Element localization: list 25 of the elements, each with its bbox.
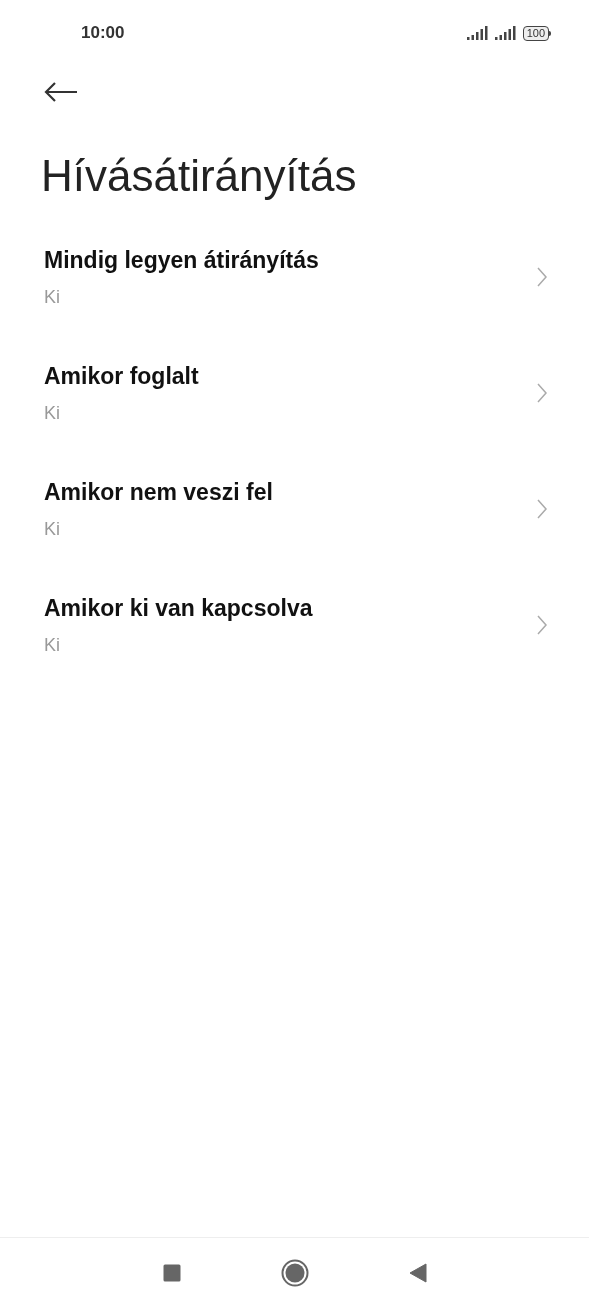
settings-item[interactable]: Amikor ki van kapcsolva Ki (0, 574, 589, 690)
chevron-right-icon (537, 267, 547, 287)
recent-apps-icon[interactable] (162, 1263, 181, 1282)
settings-item[interactable]: Amikor foglalt Ki (0, 342, 589, 458)
signal-icon (466, 25, 489, 41)
chevron-right-icon (537, 499, 547, 519)
clock-time: 10:00 (81, 22, 125, 45)
item-title: Amikor nem veszi fel (44, 478, 273, 508)
item-value: Ki (44, 517, 61, 541)
back-icon[interactable] (408, 1262, 427, 1283)
battery-level: 100 (522, 25, 549, 41)
item-value: Ki (44, 285, 61, 309)
settings-item[interactable]: Mindig legyen átirányítás Ki (0, 226, 589, 342)
item-title: Amikor foglalt (44, 362, 199, 392)
signal-icon (494, 25, 517, 41)
home-icon[interactable] (280, 1258, 309, 1287)
item-title: Amikor ki van kapcsolva (44, 594, 313, 624)
settings-item[interactable]: Amikor nem veszi fel Ki (0, 458, 589, 574)
item-title: Mindig legyen átirányítás (44, 246, 319, 276)
page-title: Hívásátirányítás (40, 150, 358, 202)
item-value: Ki (44, 633, 61, 657)
item-value: Ki (44, 401, 61, 425)
chevron-right-icon (537, 383, 547, 403)
chevron-right-icon (537, 615, 547, 635)
back-arrow-icon[interactable] (44, 81, 78, 103)
